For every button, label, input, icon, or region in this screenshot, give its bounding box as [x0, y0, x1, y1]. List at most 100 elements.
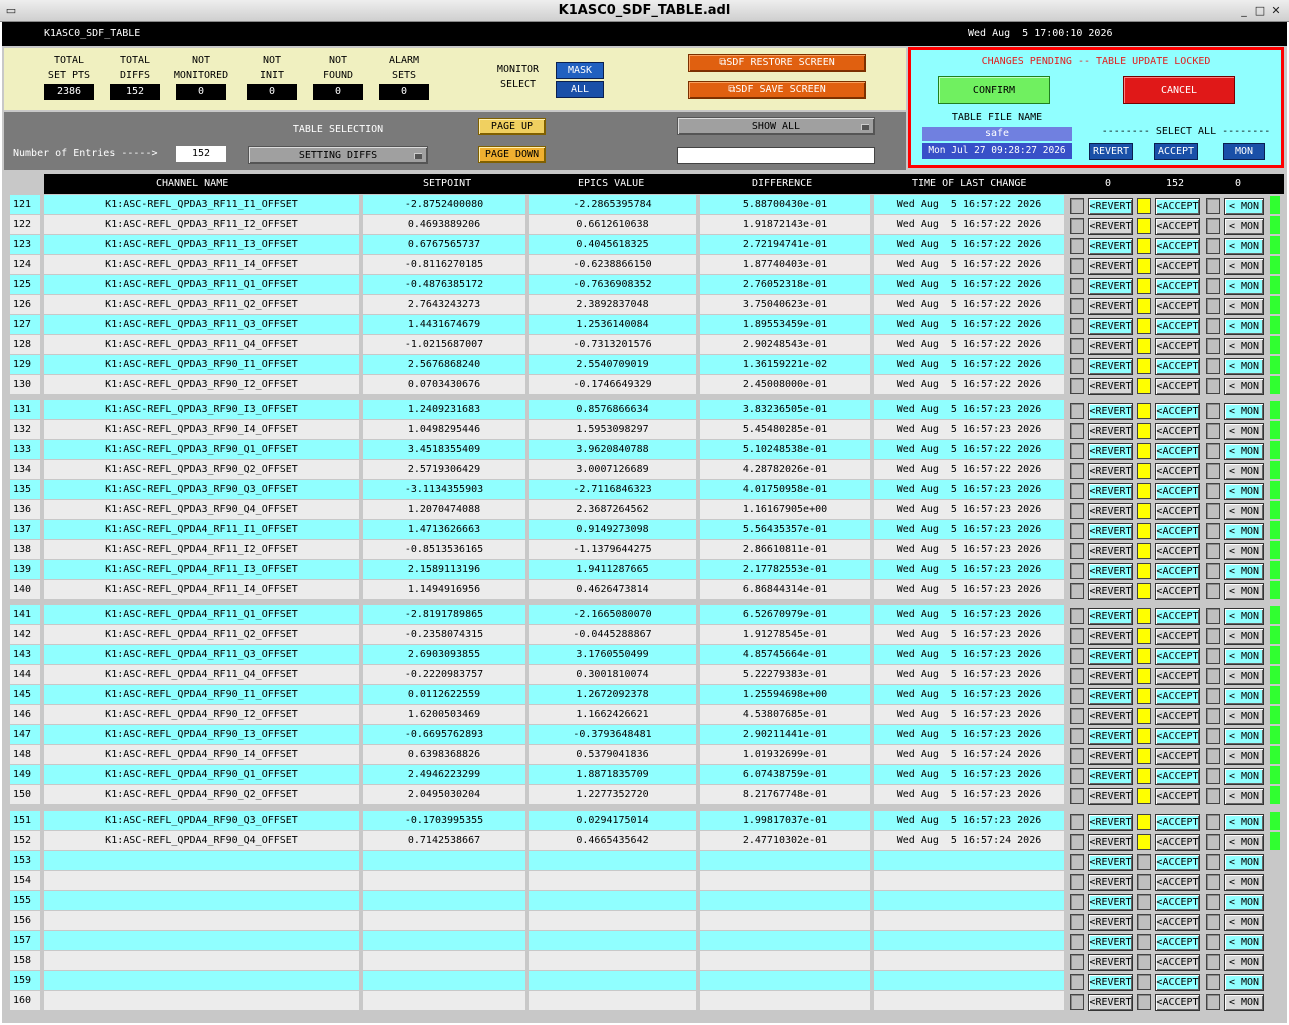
row-mon-button[interactable]: < MON [1224, 814, 1264, 831]
revert-checkbox[interactable] [1070, 648, 1084, 664]
row-revert-button[interactable]: <REVERT [1088, 563, 1133, 580]
row-accept-button[interactable]: <ACCEPT [1155, 358, 1200, 375]
accept-checkbox[interactable] [1137, 648, 1151, 664]
row-accept-button[interactable]: <ACCEPT [1155, 463, 1200, 480]
row-revert-button[interactable]: <REVERT [1088, 728, 1133, 745]
row-accept-button[interactable]: <ACCEPT [1155, 728, 1200, 745]
accept-checkbox[interactable] [1137, 238, 1151, 254]
accept-checkbox[interactable] [1137, 443, 1151, 459]
select-all-mon-button[interactable]: MON [1223, 143, 1265, 160]
mon-checkbox[interactable] [1206, 994, 1220, 1010]
accept-checkbox[interactable] [1137, 218, 1151, 234]
row-accept-button[interactable]: <ACCEPT [1155, 523, 1200, 540]
row-revert-button[interactable]: <REVERT [1088, 934, 1133, 951]
row-revert-button[interactable]: <REVERT [1088, 278, 1133, 295]
row-accept-button[interactable]: <ACCEPT [1155, 278, 1200, 295]
mon-checkbox[interactable] [1206, 748, 1220, 764]
revert-checkbox[interactable] [1070, 523, 1084, 539]
sdf-save-screen-button[interactable]: ⧉SDF SAVE SCREEN [688, 81, 866, 99]
row-accept-button[interactable]: <ACCEPT [1155, 628, 1200, 645]
accept-checkbox[interactable] [1137, 258, 1151, 274]
mon-checkbox[interactable] [1206, 258, 1220, 274]
accept-checkbox[interactable] [1137, 688, 1151, 704]
accept-checkbox[interactable] [1137, 788, 1151, 804]
revert-checkbox[interactable] [1070, 238, 1084, 254]
accept-checkbox[interactable] [1137, 854, 1151, 870]
revert-checkbox[interactable] [1070, 563, 1084, 579]
accept-checkbox[interactable] [1137, 278, 1151, 294]
row-accept-button[interactable]: <ACCEPT [1155, 238, 1200, 255]
mon-checkbox[interactable] [1206, 543, 1220, 559]
accept-checkbox[interactable] [1137, 874, 1151, 890]
row-revert-button[interactable]: <REVERT [1088, 463, 1133, 480]
revert-checkbox[interactable] [1070, 358, 1084, 374]
mon-checkbox[interactable] [1206, 403, 1220, 419]
mon-checkbox[interactable] [1206, 358, 1220, 374]
accept-checkbox[interactable] [1137, 834, 1151, 850]
row-accept-button[interactable]: <ACCEPT [1155, 708, 1200, 725]
row-mon-button[interactable]: < MON [1224, 358, 1264, 375]
mon-checkbox[interactable] [1206, 423, 1220, 439]
row-mon-button[interactable]: < MON [1224, 318, 1264, 335]
select-all-revert-button[interactable]: REVERT [1089, 143, 1133, 160]
row-mon-button[interactable]: < MON [1224, 543, 1264, 560]
row-mon-button[interactable]: < MON [1224, 218, 1264, 235]
row-revert-button[interactable]: <REVERT [1088, 358, 1133, 375]
revert-checkbox[interactable] [1070, 258, 1084, 274]
row-revert-button[interactable]: <REVERT [1088, 523, 1133, 540]
mon-checkbox[interactable] [1206, 914, 1220, 930]
accept-checkbox[interactable] [1137, 894, 1151, 910]
row-mon-button[interactable]: < MON [1224, 423, 1264, 440]
accept-checkbox[interactable] [1137, 934, 1151, 950]
row-accept-button[interactable]: <ACCEPT [1155, 378, 1200, 395]
accept-checkbox[interactable] [1137, 994, 1151, 1010]
mask-button[interactable]: MASK [556, 62, 604, 79]
mon-checkbox[interactable] [1206, 523, 1220, 539]
row-accept-button[interactable]: <ACCEPT [1155, 854, 1200, 871]
mon-checkbox[interactable] [1206, 583, 1220, 599]
page-down-button[interactable]: PAGE DOWN [478, 146, 546, 163]
row-mon-button[interactable]: < MON [1224, 708, 1264, 725]
mon-checkbox[interactable] [1206, 788, 1220, 804]
accept-checkbox[interactable] [1137, 768, 1151, 784]
accept-checkbox[interactable] [1137, 748, 1151, 764]
mon-checkbox[interactable] [1206, 338, 1220, 354]
row-mon-button[interactable]: < MON [1224, 338, 1264, 355]
filter-text-input[interactable] [677, 147, 875, 164]
revert-checkbox[interactable] [1070, 403, 1084, 419]
row-mon-button[interactable]: < MON [1224, 563, 1264, 580]
row-revert-button[interactable]: <REVERT [1088, 258, 1133, 275]
accept-checkbox[interactable] [1137, 954, 1151, 970]
row-mon-button[interactable]: < MON [1224, 443, 1264, 460]
revert-checkbox[interactable] [1070, 994, 1084, 1010]
row-accept-button[interactable]: <ACCEPT [1155, 218, 1200, 235]
mon-checkbox[interactable] [1206, 768, 1220, 784]
row-mon-button[interactable]: < MON [1224, 278, 1264, 295]
row-revert-button[interactable]: <REVERT [1088, 483, 1133, 500]
row-revert-button[interactable]: <REVERT [1088, 834, 1133, 851]
row-revert-button[interactable]: <REVERT [1088, 668, 1133, 685]
revert-checkbox[interactable] [1070, 378, 1084, 394]
row-revert-button[interactable]: <REVERT [1088, 583, 1133, 600]
mon-checkbox[interactable] [1206, 218, 1220, 234]
accept-checkbox[interactable] [1137, 298, 1151, 314]
row-mon-button[interactable]: < MON [1224, 768, 1264, 785]
accept-checkbox[interactable] [1137, 378, 1151, 394]
row-revert-button[interactable]: <REVERT [1088, 814, 1133, 831]
row-accept-button[interactable]: <ACCEPT [1155, 443, 1200, 460]
row-revert-button[interactable]: <REVERT [1088, 688, 1133, 705]
accept-checkbox[interactable] [1137, 914, 1151, 930]
row-accept-button[interactable]: <ACCEPT [1155, 688, 1200, 705]
row-mon-button[interactable]: < MON [1224, 834, 1264, 851]
accept-checkbox[interactable] [1137, 608, 1151, 624]
revert-checkbox[interactable] [1070, 218, 1084, 234]
row-mon-button[interactable]: < MON [1224, 503, 1264, 520]
row-revert-button[interactable]: <REVERT [1088, 788, 1133, 805]
row-accept-button[interactable]: <ACCEPT [1155, 423, 1200, 440]
revert-checkbox[interactable] [1070, 198, 1084, 214]
mon-checkbox[interactable] [1206, 974, 1220, 990]
row-accept-button[interactable]: <ACCEPT [1155, 298, 1200, 315]
accept-checkbox[interactable] [1137, 523, 1151, 539]
row-mon-button[interactable]: < MON [1224, 403, 1264, 420]
mon-checkbox[interactable] [1206, 874, 1220, 890]
